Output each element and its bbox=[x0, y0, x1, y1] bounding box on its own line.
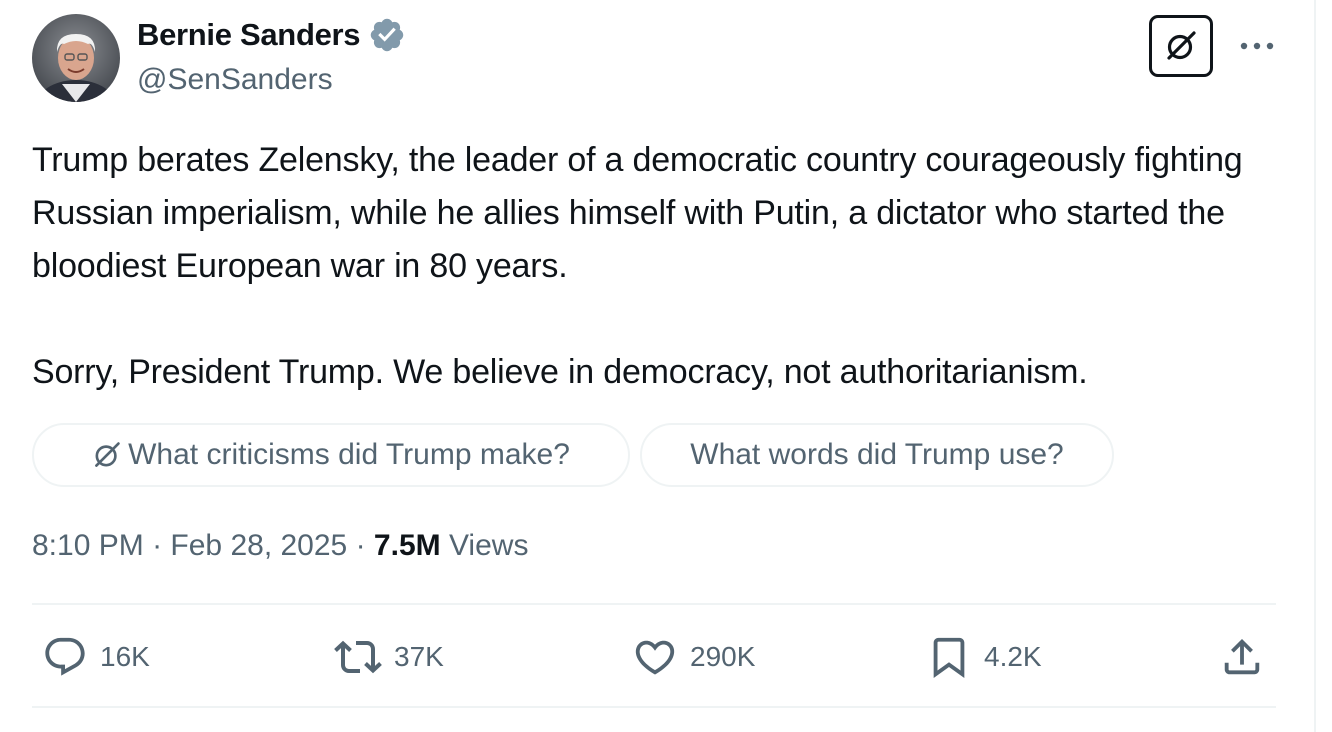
share-icon bbox=[1224, 638, 1260, 675]
right-border bbox=[1314, 0, 1316, 732]
more-icon bbox=[1240, 42, 1274, 50]
tweet-paragraph: Trump berates Zelensky, the leader of a … bbox=[32, 141, 1243, 285]
tweet-paragraph: Sorry, President Trump. We believe in de… bbox=[32, 353, 1088, 391]
suggestion-chip[interactable]: What words did Trump use? bbox=[640, 423, 1114, 487]
chip-label: What words did Trump use? bbox=[690, 438, 1064, 471]
repost-count: 37K bbox=[394, 641, 444, 672]
share-button[interactable] bbox=[1219, 632, 1265, 682]
reply-icon bbox=[45, 637, 85, 676]
repost-icon bbox=[334, 640, 382, 674]
divider bbox=[32, 603, 1276, 605]
avatar[interactable] bbox=[32, 14, 120, 102]
meta-separator: · bbox=[152, 529, 163, 562]
like-icon bbox=[635, 640, 675, 675]
tweet-time[interactable]: 8:10 PM bbox=[32, 529, 144, 562]
display-name-text: Bernie Sanders bbox=[137, 17, 361, 52]
bookmark-button[interactable]: 4.2K bbox=[926, 632, 1042, 682]
tweet-date[interactable]: Feb 28, 2025 bbox=[170, 529, 347, 562]
chip-label: What criticisms did Trump make? bbox=[128, 438, 570, 471]
grok-suggestion-chip[interactable]: What criticisms did Trump make? bbox=[32, 423, 630, 487]
grok-icon bbox=[1167, 31, 1196, 60]
grok-button[interactable] bbox=[1149, 15, 1213, 77]
tweet-text: Trump berates Zelensky, the leader of a … bbox=[32, 134, 1292, 399]
bookmark-count: 4.2K bbox=[984, 641, 1042, 672]
verified-badge-icon[interactable] bbox=[368, 16, 406, 54]
divider bbox=[32, 706, 1276, 708]
views-label: Views bbox=[448, 529, 529, 562]
grok-icon bbox=[95, 442, 120, 467]
reply-count: 16K bbox=[100, 641, 150, 672]
like-button[interactable]: 290K bbox=[632, 632, 755, 682]
author-handle[interactable]: @SenSanders bbox=[137, 61, 333, 99]
repost-button[interactable]: 37K bbox=[334, 632, 444, 682]
display-name[interactable]: Bernie Sanders bbox=[137, 16, 406, 54]
bookmark-icon bbox=[933, 637, 965, 678]
reply-button[interactable]: 16K bbox=[42, 632, 150, 682]
views-count[interactable]: 7.5M bbox=[374, 529, 441, 562]
like-count: 290K bbox=[690, 641, 756, 672]
tweet-meta: 8:10 PM · Feb 28, 2025 · 7.5M Views bbox=[32, 524, 528, 568]
meta-separator: · bbox=[355, 529, 366, 562]
more-options-button[interactable] bbox=[1232, 26, 1282, 66]
